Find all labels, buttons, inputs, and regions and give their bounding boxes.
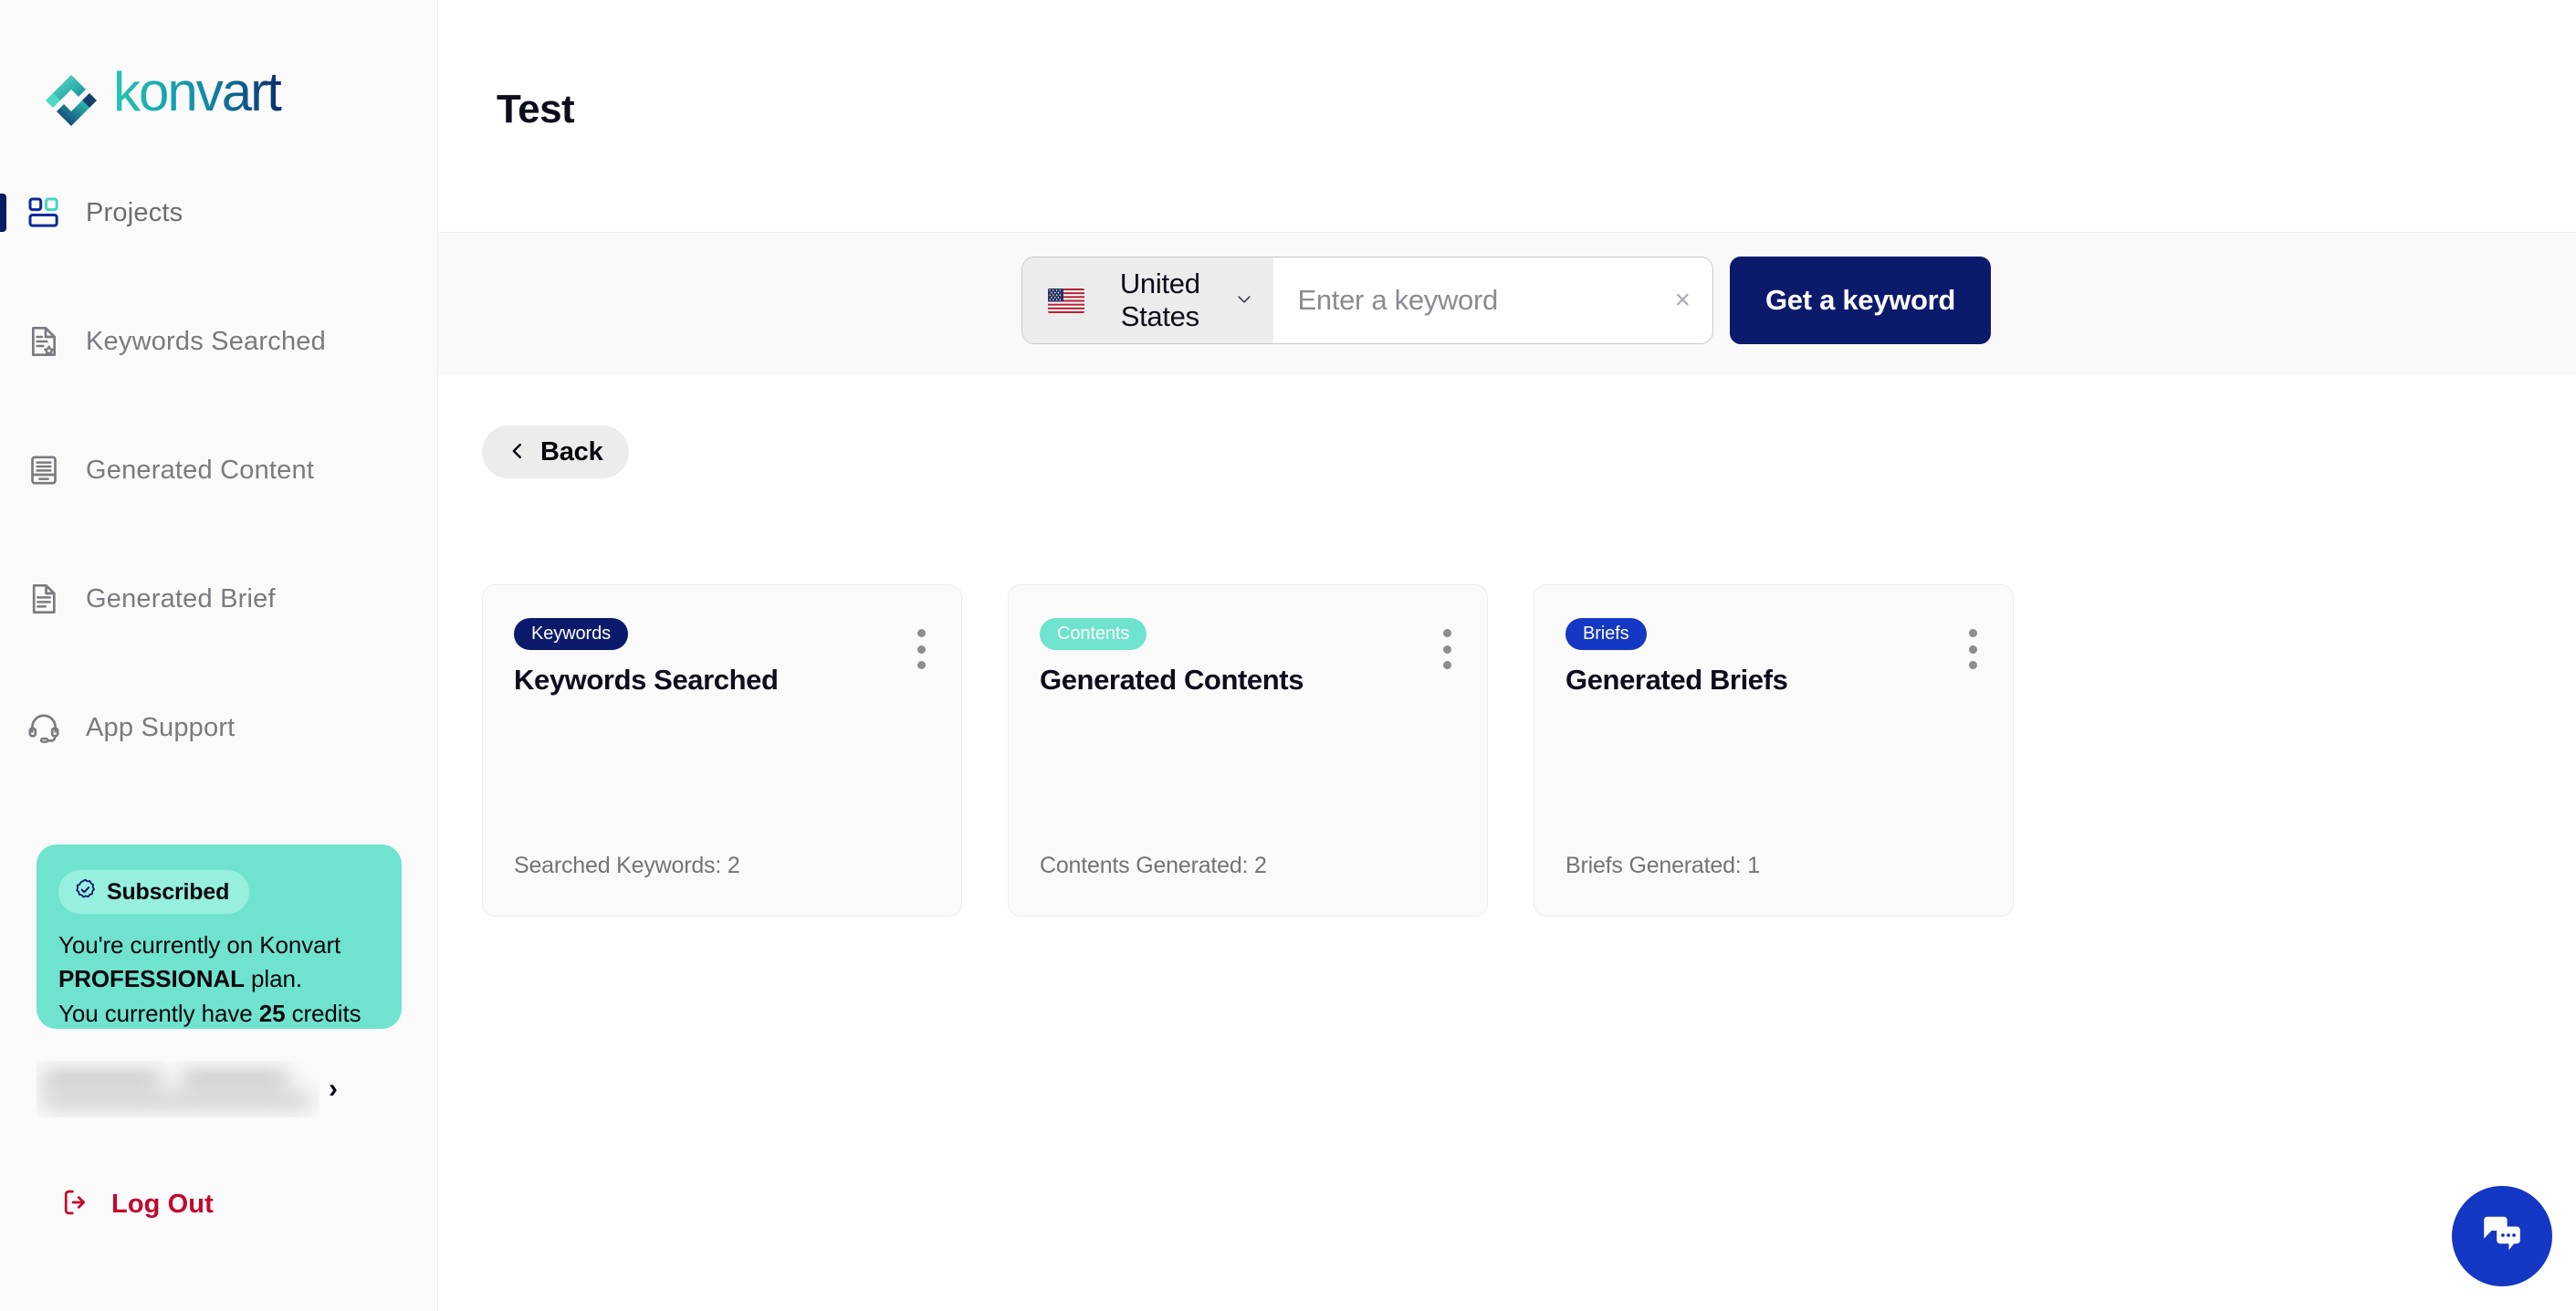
card-badge: Contents — [1040, 618, 1147, 650]
card-badge: Briefs — [1565, 618, 1647, 650]
document-lines-icon — [24, 579, 64, 619]
sidebar: konvart Projects Keywords Searched Gener… — [0, 0, 438, 1311]
card-generated-briefs[interactable]: Briefs Generated Briefs Briefs Generated… — [1534, 584, 2014, 917]
more-vertical-icon[interactable] — [1434, 629, 1460, 669]
subscription-card: Subscribed You're currently on Konvart P… — [37, 844, 402, 1029]
get-keyword-button[interactable]: Get a keyword — [1730, 257, 1991, 344]
user-account-row[interactable]: › — [37, 1057, 402, 1121]
sidebar-item-projects[interactable]: Projects — [0, 183, 438, 243]
page-header: Test Credit Your remaining credits for t… — [438, 0, 2576, 233]
card-badge: Keywords — [514, 618, 629, 650]
back-button[interactable]: Back — [482, 425, 629, 478]
sidebar-item-label: Keywords Searched — [86, 326, 326, 356]
chevron-left-icon — [508, 441, 528, 464]
search-input-group: United States × — [1021, 257, 1713, 344]
keyword-search-form: United States × Get a keyword — [1021, 257, 1991, 344]
app-root: konvart Projects Keywords Searched Gener… — [0, 0, 2576, 1311]
chat-widget-button[interactable] — [2452, 1186, 2552, 1286]
search-input[interactable] — [1297, 284, 1662, 317]
card-title: Generated Briefs — [1565, 664, 1788, 696]
keyword-field: × — [1273, 257, 1712, 343]
verified-check-badge-icon — [73, 877, 98, 907]
us-flag-icon — [1048, 288, 1084, 313]
subscription-credits-line: You currently have 25 credits — [58, 997, 380, 1031]
status-badge-subscribed: Subscribed — [58, 870, 250, 914]
logout-button[interactable]: Log Out — [60, 1187, 214, 1222]
dashboard-grid-icon — [24, 193, 64, 233]
card-title: Keywords Searched — [514, 664, 779, 696]
subscription-credits-value: 25 — [258, 999, 286, 1027]
subscription-plan-line: You're currently on Konvart — [58, 928, 380, 962]
brand-wordmark: konvart — [113, 61, 387, 138]
document-archive-icon — [24, 450, 64, 490]
konvart-diamond-logo-icon — [42, 71, 100, 130]
sidebar-item-keywords-searched[interactable]: Keywords Searched — [0, 311, 438, 372]
subscription-plan-name-line: PROFESSIONAL plan. — [58, 962, 380, 996]
sidebar-item-label: Generated Content — [86, 455, 315, 485]
chevron-down-icon — [1235, 290, 1253, 311]
subscription-line1: You're currently on Konvart — [58, 931, 341, 959]
sidebar-nav: Projects Keywords Searched Generated Con… — [0, 183, 438, 826]
sidebar-item-app-support[interactable]: App Support — [0, 697, 438, 758]
card-title: Generated Contents — [1040, 664, 1304, 696]
country-select-label: United States — [1119, 267, 1200, 332]
more-vertical-icon[interactable] — [908, 629, 934, 669]
subscription-chip-label: Subscribed — [107, 878, 230, 905]
card-generated-contents[interactable]: Contents Generated Contents Contents Gen… — [1008, 584, 1488, 917]
redacted-user-info — [37, 1061, 319, 1117]
svg-text:konvart: konvart — [113, 62, 282, 122]
sidebar-item-generated-content[interactable]: Generated Content — [0, 440, 438, 500]
sidebar-item-label: Projects — [86, 197, 183, 227]
subscription-plan-name: PROFESSIONAL — [58, 965, 245, 993]
logout-arrow-icon — [60, 1187, 91, 1222]
headset-support-icon — [24, 708, 64, 748]
card-footer-count: Briefs Generated: 1 — [1565, 853, 1760, 878]
subscription-credits-suffix: credits — [285, 999, 361, 1027]
page-title: Test — [497, 87, 575, 131]
chat-bubbles-icon — [2477, 1211, 2527, 1263]
close-x-icon[interactable]: × — [1661, 287, 1691, 314]
card-keywords-searched[interactable]: Keywords Keywords Searched Searched Keyw… — [482, 584, 962, 917]
document-star-icon — [24, 321, 64, 362]
subscription-credits-prefix: You currently have — [58, 999, 259, 1027]
card-footer-count: Searched Keywords: 2 — [514, 853, 740, 878]
main-content: Back Keywords Keywords Searched Searched… — [438, 375, 2576, 1311]
more-vertical-icon[interactable] — [1960, 629, 1985, 669]
back-button-label: Back — [540, 436, 603, 467]
brand-logo[interactable]: konvart — [42, 61, 387, 138]
chevron-right-icon: › — [329, 1074, 338, 1104]
card-footer-count: Contents Generated: 2 — [1040, 853, 1267, 878]
project-card-grid: Keywords Keywords Searched Searched Keyw… — [482, 584, 2014, 917]
sidebar-item-generated-brief[interactable]: Generated Brief — [0, 569, 438, 629]
search-bar-band: United States × Get a keyword — [438, 234, 2576, 375]
sidebar-item-label: App Support — [86, 712, 236, 742]
sidebar-item-label: Generated Brief — [86, 583, 276, 614]
logout-label: Log Out — [111, 1190, 214, 1219]
subscription-plan-suffix: plan. — [244, 965, 302, 993]
country-select[interactable]: United States — [1022, 257, 1274, 343]
